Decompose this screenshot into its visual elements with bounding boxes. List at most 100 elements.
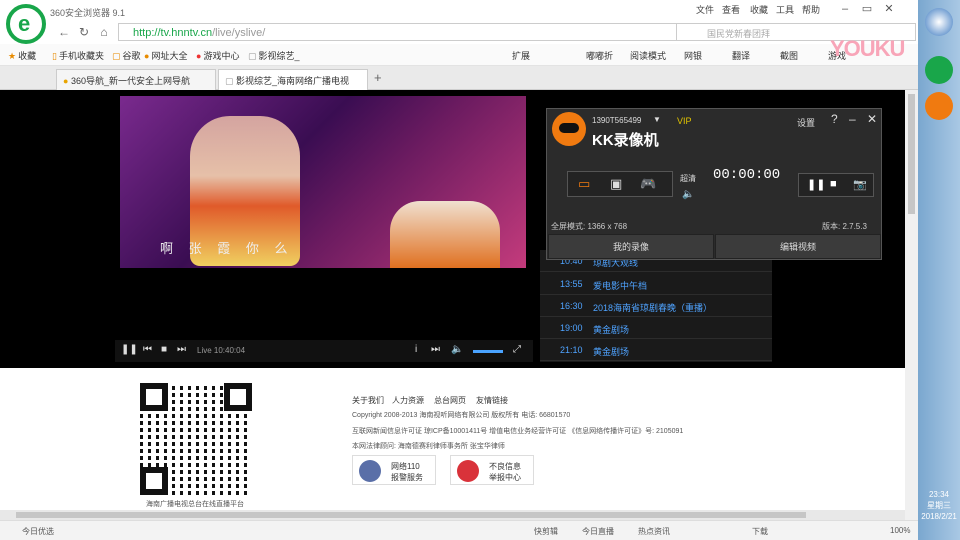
toolbar-dudu[interactable]: 嘟嘟折: [586, 49, 613, 62]
kk-task-icon[interactable]: [925, 92, 953, 120]
tab-360nav[interactable]: ● 360导航_新一代安全上网导航: [56, 69, 216, 90]
kk-speaker-icon[interactable]: 🔈: [682, 189, 694, 200]
vertical-scrollbar[interactable]: [905, 90, 918, 520]
schedule-row[interactable]: 16:30 2018海南省琼剧春晚（重播）: [540, 295, 772, 317]
license: 互联网新闻信息许可证 琼ICP备10001411号 增值电信业务经营许可证 《信…: [352, 428, 684, 435]
kk-resolution: 全屏模式: 1366 x 768: [551, 222, 628, 231]
stop-icon[interactable]: ■: [161, 344, 167, 355]
kk-close-icon[interactable]: ✕: [867, 112, 877, 126]
kk-quality[interactable]: 超清: [680, 173, 696, 184]
kk-record-controls: ❚❚ ■ 📷: [798, 173, 874, 197]
menu-view[interactable]: 查看: [722, 3, 740, 16]
menu-tools[interactable]: 工具: [776, 3, 794, 16]
status-download[interactable]: 下载: [752, 526, 768, 537]
search-placeholder: 国民党新春团拜: [707, 29, 771, 39]
refresh-icon[interactable]: ↻: [76, 24, 92, 40]
prev-icon[interactable]: ⏮: [143, 344, 152, 355]
kk-logo-icon: [552, 112, 586, 146]
url-input[interactable]: http://tv.hnntv.cn/live/yslive/: [118, 23, 678, 41]
360-browser-task-icon[interactable]: [925, 56, 953, 84]
menu-favorites[interactable]: 收藏: [750, 3, 768, 16]
link-station[interactable]: 总台网页: [434, 395, 466, 406]
tab-bar: ● 360导航_新一代安全上网导航 ▢ 影视综艺_海南网络广播电视 +: [0, 66, 918, 90]
kk-settings-button[interactable]: 设置: [797, 116, 815, 129]
browser-titlebar: 360安全浏览器 9.1 文件 查看 收藏 工具 帮助 – ▭ ✕: [0, 0, 918, 20]
live-time: Live 10:40:04: [197, 346, 246, 355]
tab-hnntv[interactable]: ▢ 影视综艺_海南网络广播电视: [218, 69, 368, 90]
screen-mode-icon[interactable]: ▭: [578, 176, 590, 192]
fav-film[interactable]: ▢ 影视综艺_: [248, 49, 300, 62]
legal-advisor: 本网法律顾问: 海南德赛利律师事务所 张宝华律师: [352, 443, 505, 450]
report-icon: [457, 460, 479, 482]
window-mode-icon[interactable]: ▣: [610, 176, 622, 192]
volume-slider[interactable]: [473, 350, 503, 353]
program-schedule: 10:40 琼剧大观线 13:55 爱电影中午档 16:30 2018海南省琼剧春晚（…: [540, 250, 772, 362]
qr-code: [140, 383, 252, 495]
game-mode-icon[interactable]: 🎮: [640, 176, 656, 192]
url-text: http://tv.hnntv.cn/live/yslive/: [133, 27, 266, 39]
fav-games[interactable]: ● 游戏中心: [196, 49, 239, 62]
kk-account[interactable]: 1390T565499: [592, 116, 641, 125]
police-icon: [359, 460, 381, 482]
info-icon[interactable]: i: [415, 344, 417, 355]
toolbar-extensions[interactable]: 扩展: [512, 49, 530, 62]
kk-mode-group: ▭ ▣ 🎮: [567, 171, 673, 197]
link-hr[interactable]: 人力资源: [392, 395, 424, 406]
fav-mobile[interactable]: ▯ 手机收藏夹: [52, 49, 104, 62]
windows-taskbar: 23:34 星期三 2018/2/21: [918, 0, 960, 540]
page-footer: 海南广播电视总台在线直播平台 关于我们 人力资源 总台网页 友情链接 Copyr…: [0, 368, 905, 508]
schedule-row[interactable]: 13:55 爱电影中午档: [540, 273, 772, 295]
pause-icon[interactable]: ❚❚: [121, 344, 138, 355]
toolbar-reader[interactable]: 阅读模式: [630, 49, 666, 62]
schedule-row[interactable]: 19:00 黄金剧场: [540, 317, 772, 339]
volume-icon[interactable]: 🔈: [451, 344, 463, 355]
kk-stop-icon[interactable]: ■: [830, 178, 837, 190]
back-icon[interactable]: ←: [56, 24, 72, 40]
qr-caption: 海南广播电视总台在线直播平台: [146, 501, 244, 508]
kk-camera-icon[interactable]: 📷: [853, 178, 867, 191]
link-about[interactable]: 关于我们: [352, 395, 384, 406]
report-badge[interactable]: 不良信息 举报中心: [450, 455, 534, 485]
video-frame[interactable]: 啊 张 霞 你 么: [120, 96, 526, 268]
menu-help[interactable]: 帮助: [802, 3, 820, 16]
horizontal-scrollbar[interactable]: [0, 510, 905, 520]
start-icon[interactable]: [925, 8, 953, 36]
home-icon[interactable]: ⌂: [96, 24, 112, 40]
kk-help-icon[interactable]: ?: [831, 112, 838, 126]
fav-collect[interactable]: ★ 收藏: [8, 49, 36, 62]
kk-vip-badge[interactable]: VIP: [677, 116, 692, 126]
address-bar: ← ↻ ⌂ http://tv.hnntv.cn/live/yslive/ 国民…: [50, 21, 918, 43]
menu-file[interactable]: 文件: [696, 3, 714, 16]
fav-nav[interactable]: ● 网址大全: [144, 49, 187, 62]
fav-google[interactable]: ▢ 谷歌: [112, 49, 141, 62]
toolbar-screenshot[interactable]: 截图: [780, 49, 798, 62]
police-badge[interactable]: 网络110 报警服务: [352, 455, 436, 485]
link-friends[interactable]: 友情链接: [476, 395, 508, 406]
close-button[interactable]: ✕: [880, 1, 898, 17]
minimize-button[interactable]: –: [836, 1, 854, 17]
kk-pause-icon[interactable]: ❚❚: [807, 178, 825, 191]
skip-icon[interactable]: ⏭: [431, 344, 440, 355]
kk-version: 版本: 2.7.5.3: [822, 222, 867, 231]
favorites-bar: ★ 收藏 ▯ 手机收藏夹 ▢ 谷歌 ● 网址大全 ● 游戏中心 ▢ 影视综艺_ 扩展 嘟嘟折…: [0, 44, 918, 66]
account-dropdown-icon[interactable]: ▼: [653, 115, 661, 124]
schedule-row[interactable]: 21:10 黄金剧场: [540, 339, 772, 361]
edit-video-button[interactable]: 编辑视频: [715, 234, 881, 259]
toolbar-bank[interactable]: 网银: [684, 49, 702, 62]
status-zoom[interactable]: 100%: [890, 526, 910, 535]
fullscreen-icon[interactable]: ⤢: [513, 344, 521, 355]
status-live[interactable]: 今日直播: [582, 526, 614, 537]
new-tab-button[interactable]: +: [374, 70, 382, 85]
system-clock[interactable]: 23:34 星期三 2018/2/21: [918, 489, 960, 522]
status-today-pick[interactable]: 今日优选: [22, 526, 54, 537]
my-recordings-button[interactable]: 我的录像: [548, 234, 714, 259]
status-quickclip[interactable]: 快剪辑: [534, 526, 558, 537]
maximize-button[interactable]: ▭: [858, 1, 876, 17]
status-news[interactable]: 热点资讯: [638, 526, 670, 537]
status-bar: 今日优选 快剪辑 今日直播 热点资讯 下载 100%: [0, 520, 918, 540]
kk-recorder-window: 1390T565499 ▼ VIP KK录像机 设置 ? – ✕ ▭ ▣ 🎮 超…: [546, 108, 882, 260]
browser-logo-icon: e: [6, 4, 46, 44]
kk-minimize-icon[interactable]: –: [849, 112, 856, 126]
toolbar-translate[interactable]: 翻译: [732, 49, 750, 62]
next-icon[interactable]: ⏭: [177, 344, 186, 355]
